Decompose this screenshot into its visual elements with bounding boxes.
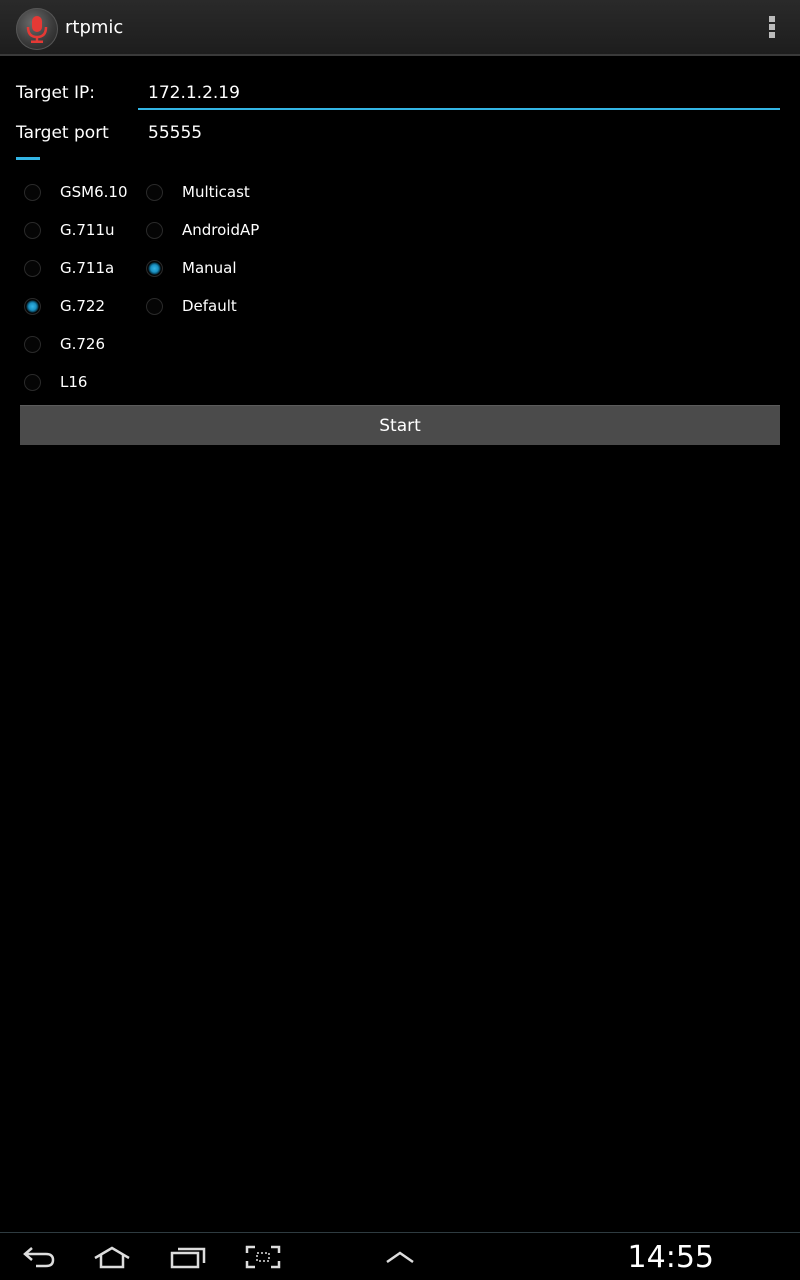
focus-indicator	[16, 157, 40, 160]
back-icon[interactable]	[22, 1245, 56, 1269]
target-ip-input[interactable]: 172.1.2.19	[138, 78, 780, 110]
radio-label: G.711a	[60, 259, 115, 277]
radio-label: Default	[182, 297, 237, 315]
radio-unchecked-icon[interactable]	[146, 297, 163, 315]
radio-g-711u[interactable]: G.711u	[24, 214, 115, 246]
radio-l16[interactable]: L16	[24, 366, 87, 398]
target-ip-label: Target IP:	[16, 83, 95, 103]
radio-g-722[interactable]: G.722	[24, 290, 105, 322]
radio-androidap[interactable]: AndroidAP	[146, 214, 259, 246]
radio-unchecked-icon[interactable]	[24, 221, 41, 239]
start-button[interactable]: Start	[20, 405, 780, 445]
action-bar: rtpmic	[0, 0, 800, 56]
radio-unchecked-icon[interactable]	[146, 183, 163, 201]
radio-unchecked-icon[interactable]	[146, 221, 163, 239]
radio-multicast[interactable]: Multicast	[146, 176, 250, 208]
clock: 14:55	[627, 1240, 714, 1275]
radio-label: G.711u	[60, 221, 115, 239]
radio-g-726[interactable]: G.726	[24, 328, 105, 360]
radio-manual[interactable]: Manual	[146, 252, 237, 284]
home-icon[interactable]	[92, 1245, 132, 1269]
app-title: rtpmic	[65, 17, 124, 38]
screenshot-icon[interactable]	[245, 1245, 281, 1269]
radio-label: L16	[60, 373, 88, 391]
radio-label: AndroidAP	[182, 221, 260, 239]
radio-label: Multicast	[182, 183, 250, 201]
radio-label: Manual	[182, 259, 237, 277]
radio-unchecked-icon[interactable]	[24, 335, 41, 353]
microphone-icon[interactable]	[16, 8, 58, 50]
radio-gsm6-10[interactable]: GSM6.10	[24, 176, 128, 208]
radio-label: G.722	[60, 297, 106, 315]
recent-apps-icon[interactable]	[170, 1245, 206, 1269]
radio-g-711a[interactable]: G.711a	[24, 252, 114, 284]
radio-label: G.726	[60, 335, 106, 353]
radio-checked-icon[interactable]	[146, 259, 163, 277]
target-port-input[interactable]: 55555	[148, 123, 202, 143]
target-ip-value: 172.1.2.19	[148, 83, 240, 103]
radio-unchecked-icon[interactable]	[24, 373, 41, 391]
target-port-label: Target port	[16, 123, 109, 143]
radio-unchecked-icon[interactable]	[24, 183, 41, 201]
radio-default[interactable]: Default	[146, 290, 237, 322]
up-arrow-icon[interactable]	[384, 1249, 416, 1265]
radio-unchecked-icon[interactable]	[24, 259, 41, 277]
overflow-menu-icon[interactable]	[766, 16, 778, 42]
radio-checked-icon[interactable]	[24, 297, 41, 315]
radio-label: GSM6.10	[60, 183, 128, 201]
